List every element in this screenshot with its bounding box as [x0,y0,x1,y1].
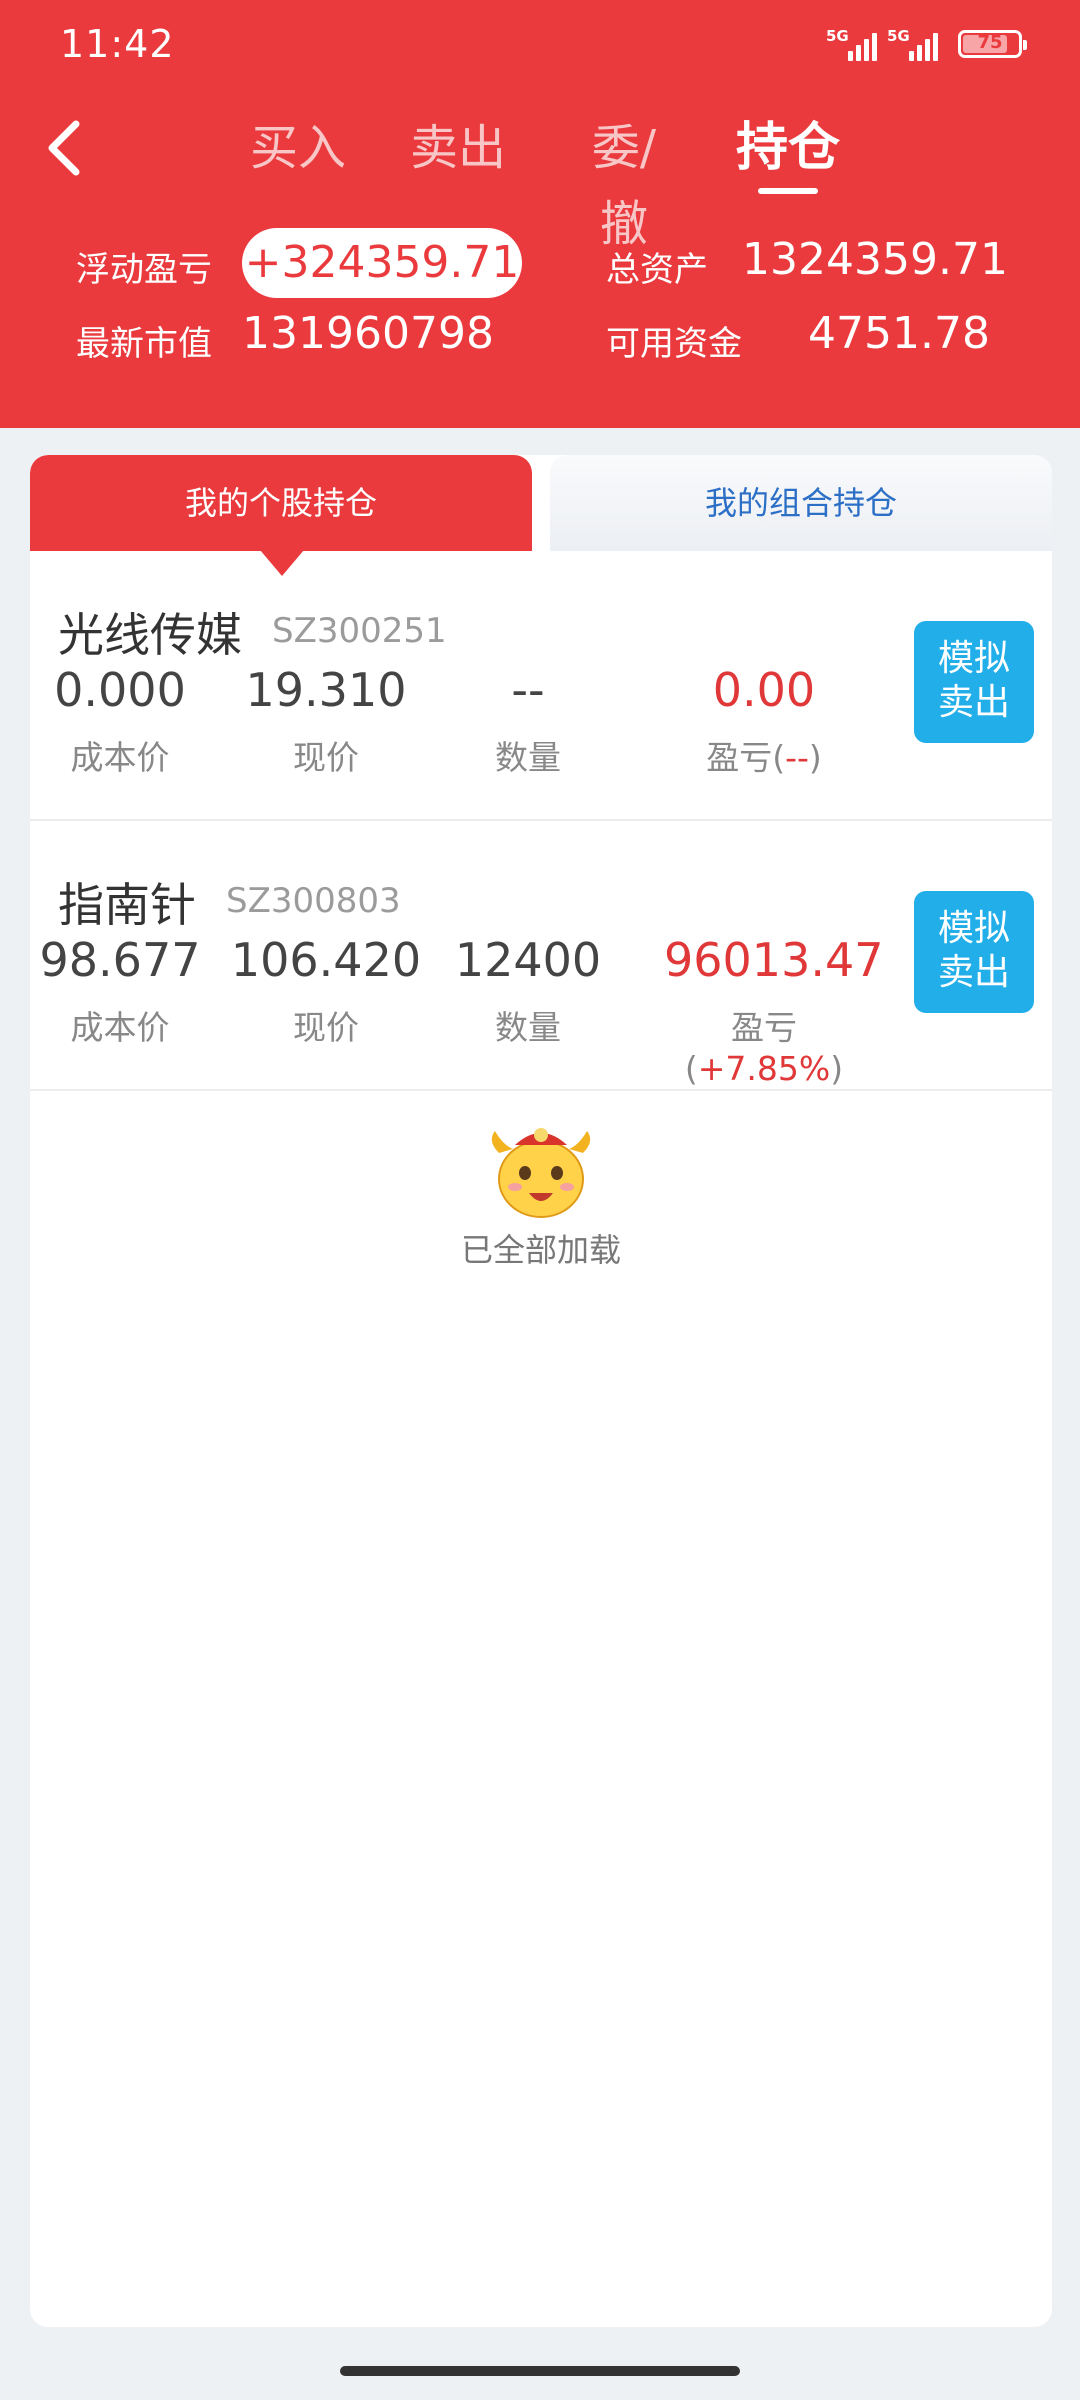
cost-price-label: 成本价 [70,738,170,777]
simulate-sell-button[interactable]: 模拟 卖出 [914,621,1034,743]
ox-mascot-icon [491,1128,591,1218]
profit-loss-label: 盈亏(+7.85%) [684,1008,844,1088]
status-time: 11:42 [60,22,175,66]
position-row[interactable]: 指南针 SZ300803 98.677 106.420 12400 96013.… [30,821,1052,1091]
market-value-label: 最新市值 [76,324,212,364]
quantity: -- [511,663,545,717]
battery-icon: 75 [958,30,1027,58]
status-icons: 5G 5G 75 [826,24,1027,64]
profit-loss: 0.00 [712,663,816,717]
trade-tabs: 买入 卖出 委/撤 持仓 [0,110,1080,252]
cost-price: 98.677 [39,933,201,987]
segment-portfolio-positions[interactable]: 我的组合持仓 [550,455,1052,551]
position-row[interactable]: 光线传媒 SZ300251 0.000 19.310 -- 0.00 成本价 现… [30,551,1052,821]
header: 11:42 5G 5G 75 买入 卖出 委/撤 持仓 浮动盈亏 +324359… [0,0,1080,428]
market-value-value: 131960798 [242,308,494,359]
current-price: 106.420 [230,933,422,987]
stock-name: 光线传媒 [58,608,242,662]
floating-pl-value: +324359.71 [242,228,522,298]
total-assets-value: 1324359.71 [742,234,1008,285]
floating-pl-label: 浮动盈亏 [76,250,212,290]
quantity: 12400 [454,933,602,987]
quantity-label: 数量 [495,738,561,777]
status-bar: 11:42 5G 5G 75 [0,0,1080,90]
segment-stock-positions[interactable]: 我的个股持仓 [30,455,532,551]
stock-name: 指南针 [58,878,196,932]
total-assets-label: 总资产 [606,250,708,290]
home-indicator[interactable] [340,2366,740,2376]
available-funds-value: 4751.78 [808,308,990,359]
stock-code: SZ300803 [226,881,401,921]
active-tab-indicator [758,188,818,194]
all-loaded-text: 已全部加载 [460,1231,621,1269]
sim1-label: 5G [826,27,849,45]
battery-level: 75 [977,32,1003,53]
cost-price-label: 成本价 [70,1008,170,1047]
current-price-label: 现价 [293,1008,359,1047]
profit-loss: 96013.47 [664,933,884,987]
tab-buy[interactable]: 买入 [248,110,348,186]
simulate-sell-button[interactable]: 模拟 卖出 [914,891,1034,1013]
quantity-label: 数量 [495,1008,561,1047]
cost-price: 0.000 [54,663,186,717]
available-funds-label: 可用资金 [606,324,742,364]
sim2-label: 5G [887,27,910,45]
positions-card: 我的个股持仓 我的组合持仓 光线传媒 SZ300251 0.000 19.310… [30,455,1052,2327]
tab-positions[interactable]: 持仓 [732,110,844,186]
current-price-label: 现价 [293,738,359,777]
signal-icon: 5G [826,27,877,61]
tab-sell[interactable]: 卖出 [408,110,508,186]
position-segment-control: 我的个股持仓 我的组合持仓 [30,455,1052,576]
stock-code: SZ300251 [272,611,447,651]
profit-loss-label: 盈亏(--) [706,738,822,777]
current-price: 19.310 [245,663,407,717]
signal-icon: 5G [887,27,938,61]
tab-orders[interactable]: 委/撤 [568,110,680,262]
